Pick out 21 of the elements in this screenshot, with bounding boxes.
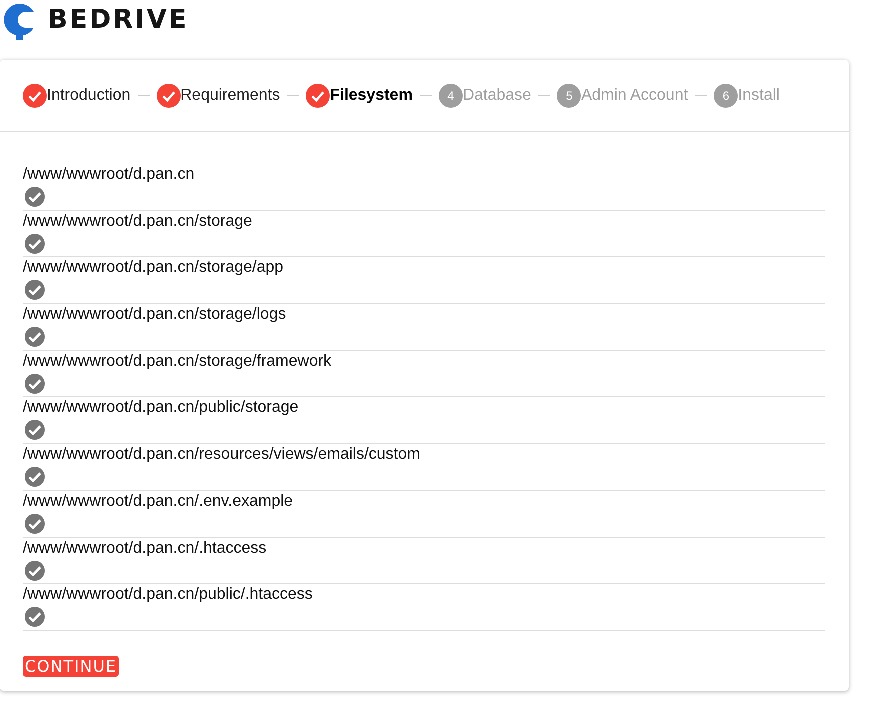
path-text: /www/wwwroot/d.pan.cn/storage/logs	[23, 305, 286, 326]
step-number: 6	[714, 84, 738, 108]
path-text: /www/wwwroot/d.pan.cn/public/storage	[23, 398, 299, 418]
path-text: /www/wwwroot/d.pan.cn/public/.htaccess	[23, 585, 313, 606]
step-label[interactable]: Install	[738, 86, 780, 104]
logo-text: BEDRIVE	[48, 5, 189, 35]
step-label[interactable]: Admin Account	[581, 86, 688, 104]
step-number: 4	[438, 84, 463, 108]
step-label[interactable]: Database	[462, 86, 532, 104]
continue-button[interactable]: CONTINUE	[23, 656, 120, 677]
path-text: /www/wwwroot/d.pan.cn	[23, 165, 195, 185]
path-text: /www/wwwroot/d.pan.cn/storage	[23, 212, 252, 232]
step-label[interactable]: Introduction	[47, 86, 131, 104]
path-text: /www/wwwroot/d.pan.cn/.env.example	[23, 492, 294, 512]
path-text: /www/wwwroot/d.pan.cn/.htaccess	[23, 538, 267, 558]
step-label[interactable]: Filesystem	[330, 86, 413, 104]
step-number: 5	[557, 84, 582, 108]
path-text: /www/wwwroot/d.pan.cn/storage/framework	[23, 352, 332, 372]
path-text: /www/wwwroot/d.pan.cn/resources/views/emails/custom	[23, 445, 420, 466]
step-label[interactable]: Requirements	[180, 86, 280, 104]
path-text: /www/wwwroot/d.pan.cn/storage/app	[23, 258, 284, 278]
